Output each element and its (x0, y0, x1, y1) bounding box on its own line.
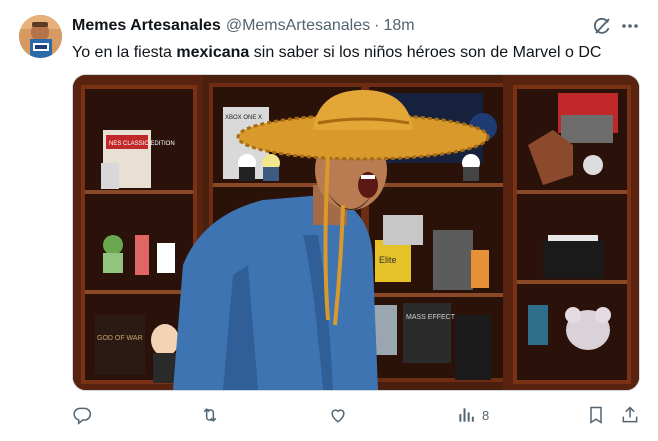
tweet-header: Memes Artesanales @MemsArtesanales · 18m (72, 16, 415, 36)
tweet-text-before: Yo en la fiesta (72, 44, 177, 61)
reply-button[interactable] (72, 404, 92, 426)
tweet-text-after: sin saber si los niños héroes son de Mar… (249, 44, 602, 61)
share-icon (622, 406, 638, 423)
console-box-label: XBOX ONE X (225, 115, 262, 121)
grok-icon[interactable] (592, 16, 612, 36)
bookmark-button[interactable] (586, 404, 606, 426)
mass-effect-label: MASS EFFECT (406, 314, 456, 321)
tweet[interactable]: Memes Artesanales @MemsArtesanales · 18m… (0, 0, 658, 441)
tweet-text: Yo en la fiesta mexicana sin saber si lo… (72, 42, 601, 63)
share-button[interactable] (620, 404, 640, 426)
tweet-actions: 8 (72, 402, 640, 428)
timestamp[interactable]: 18m (383, 16, 414, 36)
like-button[interactable] (328, 404, 348, 426)
like-icon (331, 409, 345, 423)
tweet-text-bold: mexicana (176, 44, 250, 61)
reply-icon (73, 407, 92, 425)
more-icon[interactable] (620, 16, 640, 36)
retweet-icon (203, 408, 217, 422)
bookmark-icon (590, 406, 602, 424)
views-count: 8 (482, 407, 490, 423)
views-icon (459, 408, 474, 422)
user-handle[interactable]: @MemsArtesanales (226, 16, 370, 36)
retweet-button[interactable] (200, 404, 220, 426)
separator-dot: · (374, 17, 380, 34)
views-button[interactable]: 8 (456, 404, 489, 426)
nes-box-label: NES CLASSIC EDITION (109, 141, 175, 147)
god-of-war-label: GOD OF WAR (97, 335, 143, 342)
tweet-media-image[interactable]: NES CLASSIC EDITION GOD OF WAR XBOX ONE … (72, 74, 640, 391)
display-name[interactable]: Memes Artesanales (72, 16, 221, 36)
avatar[interactable] (19, 15, 62, 58)
yellow-box-label: Elite (379, 255, 397, 265)
